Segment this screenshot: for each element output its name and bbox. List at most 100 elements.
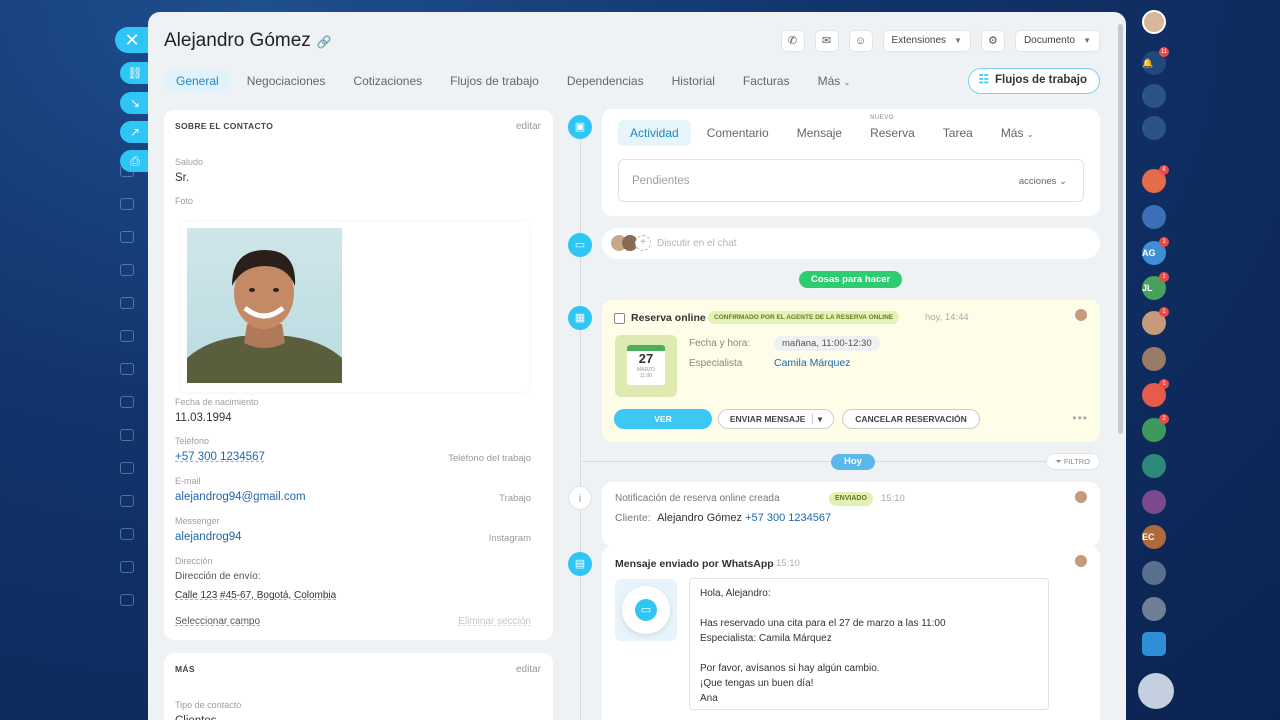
contacts-icon[interactable]: [116, 327, 138, 345]
tab-mensaje[interactable]: Mensaje: [785, 120, 854, 146]
document-icon[interactable]: [116, 294, 138, 312]
photo-frame: [181, 222, 529, 392]
tab-actividad[interactable]: Actividad: [618, 120, 691, 146]
datetime-label: Fecha y hora:: [689, 338, 751, 349]
tab-general[interactable]: General: [164, 69, 231, 93]
group-chat-icon[interactable]: [1142, 205, 1166, 229]
gear-icon[interactable]: ⚙: [980, 30, 1005, 52]
mail-icon[interactable]: ✉: [814, 30, 839, 52]
edit-link[interactable]: editar: [516, 664, 541, 675]
phone-icon[interactable]: ✆: [780, 30, 805, 52]
phone-value[interactable]: +57 300 1234567: [175, 451, 265, 463]
add-participant-icon[interactable]: +: [635, 235, 651, 251]
tab-tarea[interactable]: Tarea: [931, 120, 985, 146]
select-field-link[interactable]: Seleccionar campo: [175, 616, 260, 627]
tab-cotizaciones[interactable]: Cotizaciones: [341, 69, 434, 93]
delete-section-link[interactable]: Eliminar sección: [458, 616, 531, 627]
salutation-value[interactable]: Sr.: [175, 172, 189, 184]
tab-flujos[interactable]: Flujos de trabajo: [438, 69, 551, 93]
contact-type-value[interactable]: Clientes: [175, 715, 217, 720]
view-button[interactable]: VER: [614, 409, 712, 429]
avatar-user-3[interactable]: [1142, 561, 1166, 585]
tab-negociaciones[interactable]: Negociaciones: [235, 69, 338, 93]
tab-dependencias[interactable]: Dependencias: [555, 69, 656, 93]
avatar-ec[interactable]: EC: [1142, 525, 1166, 549]
message-icon[interactable]: [1142, 632, 1166, 656]
grid-icon[interactable]: [116, 591, 138, 609]
message-line: Ana: [700, 693, 718, 704]
cancel-reservation-button[interactable]: CANCELAR RESERVACIÓN: [842, 409, 980, 429]
edit-link[interactable]: editar: [516, 121, 541, 132]
avatar-ag[interactable]: AG 1: [1142, 237, 1169, 265]
chat-icon[interactable]: [116, 360, 138, 378]
edit-icon[interactable]: [116, 459, 138, 477]
email-value[interactable]: alejandrog94@gmail.com: [175, 491, 306, 503]
client-name[interactable]: Alejandro Gómez: [657, 512, 742, 524]
top-actions: ✆ ✉ ☺ Extensiones ▼ ⚙ Documento ▼: [780, 30, 1100, 52]
avatar-user-2[interactable]: [1142, 347, 1166, 371]
filter-button[interactable]: ⏷ FILTRO: [1045, 453, 1100, 470]
chat-input[interactable]: + Discutir en el chat: [602, 228, 1100, 259]
arrow-down-right-icon[interactable]: ↘: [120, 92, 150, 114]
search-icon[interactable]: [1142, 84, 1166, 108]
avatar-user-1[interactable]: 1: [1142, 307, 1169, 335]
task-icon[interactable]: 4: [1142, 165, 1169, 193]
menu-icon[interactable]: [1138, 673, 1174, 709]
more-icon[interactable]: •••: [1072, 411, 1088, 425]
chat-placeholder: Discutir en el chat: [657, 238, 737, 249]
pending-input[interactable]: Pendientes acciones ⌄: [618, 159, 1084, 202]
specialist-label: Especialista: [689, 358, 743, 369]
link-icon[interactable]: 🔗: [317, 35, 332, 49]
contact-photo[interactable]: [187, 228, 342, 383]
map-icon[interactable]: 2: [1142, 414, 1169, 442]
send-message-button[interactable]: ENVIAR MENSAJE ▾: [718, 409, 834, 429]
mail-icon[interactable]: [116, 261, 138, 279]
filter-icon: ⏷: [1055, 457, 1062, 466]
specialist-value[interactable]: Camila Márquez: [774, 357, 850, 369]
calendar-icon: 27 MARZO 11:00: [615, 335, 677, 397]
avatar[interactable]: [1074, 308, 1088, 322]
avatar[interactable]: [1074, 554, 1088, 568]
group-icon[interactable]: [116, 525, 138, 543]
actions-dropdown[interactable]: acciones ⌄: [1019, 176, 1067, 187]
client-phone[interactable]: +57 300 1234567: [745, 512, 831, 524]
link-icon[interactable]: ⛓: [120, 62, 150, 84]
message-line: [700, 646, 1038, 661]
avatar[interactable]: [1074, 490, 1088, 504]
tab-mas[interactable]: Más ⌄: [989, 120, 1046, 146]
avatar-jl[interactable]: JL 1: [1142, 272, 1169, 300]
birth-value[interactable]: 11.03.1994: [175, 412, 232, 424]
tab-facturas[interactable]: Facturas: [731, 69, 802, 93]
contact-slider: Alejandro Gómez 🔗 ✆ ✉ ☺ Extensiones ▼ ⚙ Do…: [148, 12, 1126, 720]
print-icon[interactable]: ⎙: [120, 150, 150, 172]
box-icon[interactable]: [116, 558, 138, 576]
chat-bubble-icon[interactable]: [1142, 116, 1166, 140]
purple-app-icon[interactable]: [1142, 490, 1166, 514]
avatar-user-4[interactable]: [1142, 597, 1166, 621]
messenger-value[interactable]: alejandrog94: [175, 531, 242, 543]
user-avatar[interactable]: [1142, 10, 1166, 34]
shipping-value[interactable]: Calle 123 #45-67, Bogotá, Colombia: [175, 590, 336, 601]
calendar-icon[interactable]: [116, 195, 138, 213]
tab-historial[interactable]: Historial: [660, 69, 727, 93]
external-link-icon[interactable]: ↗: [120, 121, 150, 143]
chat-icon[interactable]: ☺: [848, 30, 873, 52]
tab-comentario[interactable]: Comentario: [695, 120, 781, 146]
marketing-icon[interactable]: [116, 492, 138, 510]
document-dropdown[interactable]: Documento ▼: [1014, 30, 1100, 52]
info-icon: i: [568, 486, 592, 510]
target-icon[interactable]: [116, 426, 138, 444]
group-icon[interactable]: 1: [1142, 379, 1169, 407]
tab-mas[interactable]: Más ⌄: [806, 69, 863, 93]
today-pill: Hoy: [831, 454, 875, 470]
close-slider-button[interactable]: ✕: [115, 27, 149, 53]
bell-icon[interactable]: 🔔 11: [1142, 47, 1169, 75]
reservation-checkbox[interactable]: [614, 313, 625, 324]
checklist-icon[interactable]: [1142, 454, 1166, 478]
extensions-dropdown[interactable]: Extensiones ▼: [882, 30, 971, 52]
tab-reserva[interactable]: NUEVO Reserva: [858, 115, 927, 146]
sites-icon[interactable]: [116, 393, 138, 411]
card-icon[interactable]: [116, 228, 138, 246]
workflows-button[interactable]: ☷ Flujos de trabajo: [967, 68, 1100, 94]
scrollbar[interactable]: [1118, 24, 1123, 434]
